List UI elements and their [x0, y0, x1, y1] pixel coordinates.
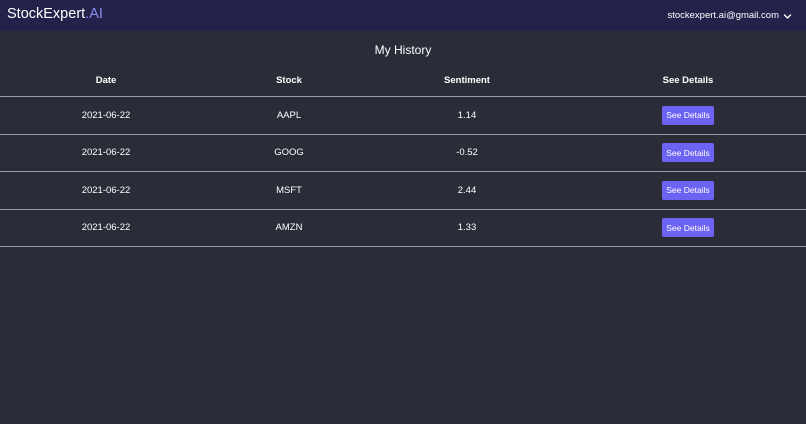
row-date: 2021-06-22 — [81, 184, 131, 196]
row-details-cell: See Details — [638, 210, 738, 247]
table-row: 2021-06-22 AMZN 1.33 See Details — [0, 210, 806, 247]
see-details-button[interactable]: See Details — [662, 143, 714, 163]
row-sentiment: 1.33 — [457, 222, 477, 234]
see-details-button[interactable]: See Details — [662, 218, 714, 238]
row-details-cell: See Details — [638, 172, 738, 209]
brand-name: StockExpert — [7, 6, 86, 22]
column-header-details: See Details — [662, 75, 714, 86]
account-email: stockexpert.ai@gmail.com — [667, 10, 779, 21]
table-row: 2021-06-22 AAPL 1.14 See Details — [0, 97, 806, 135]
row-details-cell: See Details — [638, 135, 738, 172]
table-header-row: Date Stock Sentiment See Details — [0, 66, 806, 97]
brand-suffix: .AI — [85, 6, 103, 22]
history-table: Date Stock Sentiment See Details 2021-06… — [0, 66, 806, 247]
page-title: My History — [374, 43, 432, 57]
column-header-date: Date — [95, 75, 117, 86]
table-row: 2021-06-22 GOOG -0.52 See Details — [0, 135, 806, 172]
row-date: 2021-06-22 — [81, 147, 131, 159]
see-details-button[interactable]: See Details — [662, 180, 714, 200]
column-header-sentiment: Sentiment — [444, 75, 490, 86]
column-header-stock: Stock — [276, 75, 302, 86]
row-stock: AAPL — [276, 109, 302, 121]
top-navbar: StockExpert.AI stockexpert.ai@gmail.com — [0, 0, 806, 31]
brand-logo[interactable]: StockExpert.AI — [7, 6, 103, 22]
row-stock: MSFT — [276, 184, 302, 196]
row-details-cell: See Details — [638, 97, 738, 134]
row-date: 2021-06-22 — [81, 222, 131, 234]
row-stock: AMZN — [275, 222, 303, 234]
chevron-down-icon — [783, 12, 792, 21]
table-row: 2021-06-22 MSFT 2.44 See Details — [0, 172, 806, 210]
account-menu-button[interactable]: stockexpert.ai@gmail.com — [667, 10, 792, 22]
row-sentiment: 1.14 — [457, 109, 477, 121]
row-stock: GOOG — [274, 147, 304, 159]
row-date: 2021-06-22 — [81, 109, 131, 121]
see-details-button[interactable]: See Details — [662, 105, 714, 125]
row-sentiment: -0.52 — [456, 147, 478, 159]
row-sentiment: 2.44 — [457, 184, 477, 196]
